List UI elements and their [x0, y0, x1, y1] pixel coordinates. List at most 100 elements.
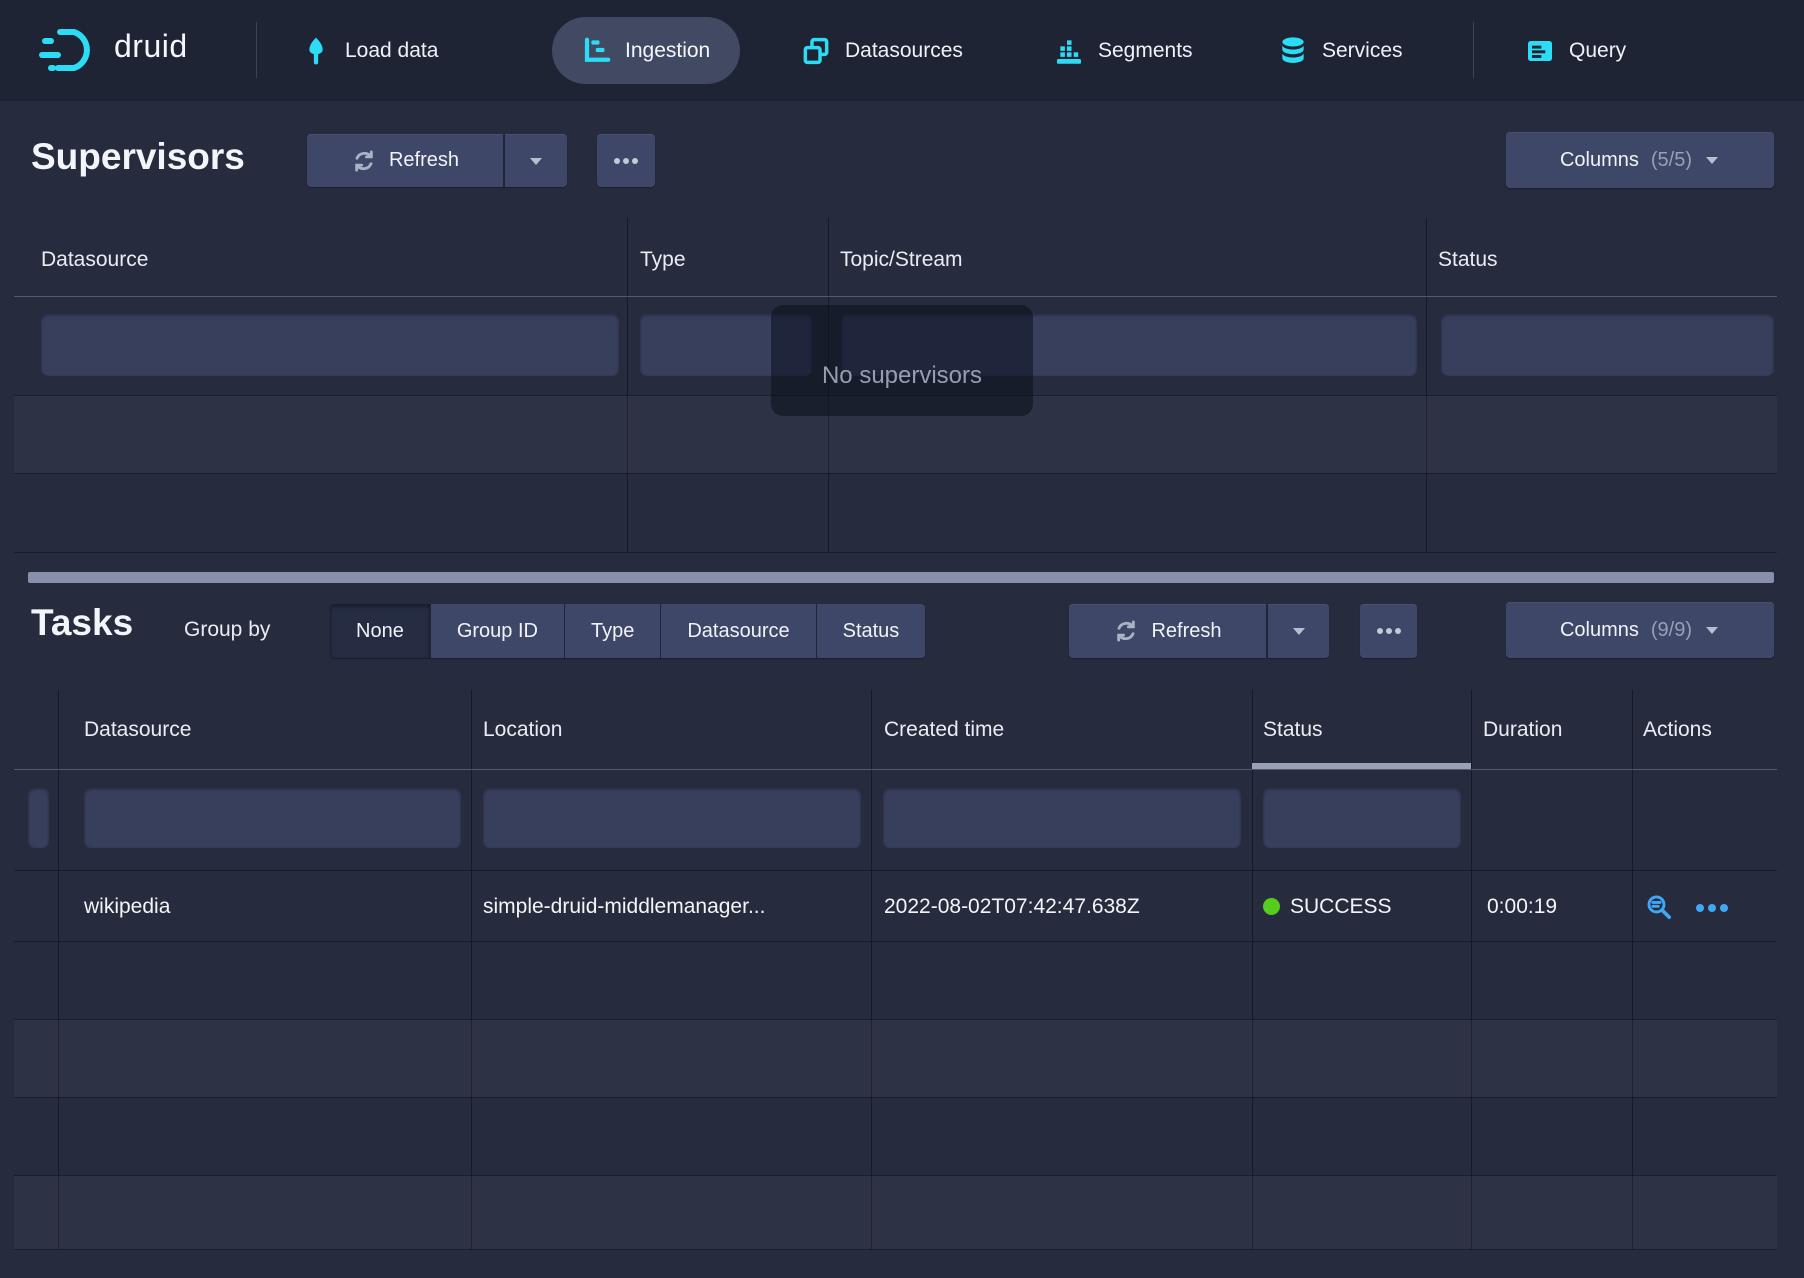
- tasks-col-created-time[interactable]: Created time: [884, 718, 1004, 742]
- supervisors-refresh-dropdown-button[interactable]: [504, 134, 567, 187]
- tasks-filter-created-time[interactable]: [883, 788, 1241, 848]
- supervisors-title: Supervisors: [31, 136, 245, 178]
- task-cell-created-time[interactable]: 2022-08-02T07:42:47.638Z: [884, 895, 1244, 919]
- nav-divider: [256, 22, 257, 78]
- chevron-down-icon: [528, 155, 544, 167]
- gantt-chart-icon: [582, 36, 612, 66]
- nav-item-query[interactable]: Query: [1524, 0, 1626, 101]
- console-icon: [1524, 35, 1556, 67]
- refresh-label: Refresh: [1151, 620, 1221, 643]
- nav-item-services[interactable]: Services: [1277, 0, 1403, 101]
- group-by-type-button[interactable]: Type: [564, 604, 660, 658]
- row-divider: [14, 941, 1777, 942]
- refresh-icon: [1113, 618, 1139, 644]
- row-divider: [14, 1249, 1777, 1250]
- tasks-col-location[interactable]: Location: [483, 718, 562, 742]
- stacked-layers-icon: [800, 35, 832, 67]
- supervisors-empty-message: No supervisors: [771, 305, 1033, 416]
- group-by-label: Group by: [184, 618, 270, 642]
- tasks-filter-datasource[interactable]: [84, 788, 461, 848]
- upload-arrow-icon: [300, 35, 332, 67]
- row-divider: [14, 870, 1777, 871]
- nav-item-segments[interactable]: Segments: [1053, 0, 1193, 101]
- tasks-refresh-dropdown-button[interactable]: [1267, 604, 1329, 658]
- task-detail-magnifier-icon[interactable]: [1645, 893, 1674, 922]
- group-by-datasource-button[interactable]: Datasource: [660, 604, 815, 658]
- nav-divider: [1473, 22, 1474, 78]
- supervisors-columns-button[interactable]: Columns (5/5): [1506, 132, 1774, 188]
- columns-label: Columns: [1560, 149, 1639, 172]
- supervisors-col-topic-stream[interactable]: Topic/Stream: [840, 248, 963, 272]
- chevron-down-icon: [1704, 154, 1720, 166]
- columns-label: Columns: [1560, 619, 1639, 642]
- supervisors-col-status[interactable]: Status: [1438, 248, 1498, 272]
- nav-item-datasources[interactable]: Datasources: [800, 0, 963, 101]
- supervisors-col-type[interactable]: Type: [640, 248, 686, 272]
- supervisors-more-button[interactable]: [597, 134, 655, 187]
- row-divider: [14, 1097, 1777, 1098]
- column-divider[interactable]: [1632, 690, 1633, 1249]
- tasks-filter-status[interactable]: [1263, 788, 1461, 848]
- tasks-refresh-button[interactable]: Refresh: [1069, 604, 1266, 658]
- supervisors-refresh-button[interactable]: Refresh: [307, 134, 503, 187]
- tasks-col-duration[interactable]: Duration: [1483, 718, 1562, 742]
- nav-item-label: Services: [1322, 39, 1403, 63]
- nav-item-load-data[interactable]: Load data: [300, 0, 438, 101]
- supervisors-filter-status[interactable]: [1441, 314, 1774, 376]
- task-cell-datasource[interactable]: wikipedia: [84, 895, 454, 919]
- status-text: SUCCESS: [1290, 895, 1392, 918]
- tasks-col-actions[interactable]: Actions: [1643, 718, 1712, 742]
- refresh-label: Refresh: [389, 149, 459, 172]
- supervisors-filter-datasource[interactable]: [41, 314, 619, 376]
- column-divider[interactable]: [471, 690, 472, 1249]
- refresh-icon: [351, 148, 377, 174]
- druid-console: druid Load data Ingestion: [0, 0, 1804, 1278]
- database-icon: [1277, 35, 1309, 67]
- group-by-button-group: None Group ID Type Datasource Status: [330, 604, 925, 658]
- druid-logo-icon[interactable]: [38, 24, 106, 78]
- row-divider: [14, 1019, 1777, 1020]
- column-divider[interactable]: [871, 690, 872, 1249]
- status-success-dot: [1263, 898, 1280, 915]
- top-nav: druid Load data Ingestion: [0, 0, 1804, 101]
- chevron-down-icon: [1704, 624, 1720, 636]
- task-cell-duration[interactable]: 0:00:19: [1487, 895, 1617, 919]
- horizontal-scrollbar[interactable]: [28, 572, 1774, 583]
- tasks-filter-location[interactable]: [483, 788, 861, 848]
- task-actions-more-icon[interactable]: [1695, 903, 1729, 913]
- task-cell-location[interactable]: simple-druid-middlemanager...: [483, 895, 863, 919]
- table-row: [14, 1175, 1777, 1249]
- brand-name[interactable]: druid: [114, 28, 188, 65]
- nav-item-label: Ingestion: [625, 39, 710, 63]
- columns-count: (9/9): [1651, 619, 1692, 642]
- tasks-columns-button[interactable]: Columns (9/9): [1506, 602, 1774, 658]
- tasks-more-button[interactable]: [1360, 604, 1417, 658]
- row-divider: [14, 1175, 1777, 1176]
- column-divider[interactable]: [1252, 690, 1253, 1249]
- nav-item-label: Query: [1569, 39, 1626, 63]
- nav-item-label: Load data: [345, 39, 438, 63]
- stacked-bars-icon: [1053, 35, 1085, 67]
- supervisors-col-datasource[interactable]: Datasource: [41, 248, 148, 272]
- column-divider[interactable]: [627, 218, 628, 552]
- nav-item-label: Segments: [1098, 39, 1193, 63]
- task-cell-status[interactable]: SUCCESS: [1263, 895, 1463, 919]
- row-divider: [14, 552, 1777, 553]
- column-divider[interactable]: [58, 690, 59, 1249]
- more-dots-icon: [613, 157, 639, 165]
- column-divider[interactable]: [1471, 690, 1472, 1249]
- header-divider: [14, 296, 1777, 297]
- tasks-title: Tasks: [31, 602, 133, 644]
- column-divider[interactable]: [1426, 218, 1427, 552]
- more-dots-icon: [1376, 627, 1402, 635]
- header-divider: [14, 769, 1777, 770]
- tasks-filter-hidden-column[interactable]: [28, 788, 49, 848]
- group-by-group-id-button[interactable]: Group ID: [430, 604, 564, 658]
- chevron-down-icon: [1291, 625, 1307, 637]
- nav-item-ingestion[interactable]: Ingestion: [552, 17, 740, 84]
- group-by-status-button[interactable]: Status: [816, 604, 926, 658]
- columns-count: (5/5): [1651, 149, 1692, 172]
- group-by-none-button[interactable]: None: [330, 604, 430, 658]
- tasks-col-datasource[interactable]: Datasource: [84, 718, 191, 742]
- tasks-col-status[interactable]: Status: [1263, 718, 1323, 742]
